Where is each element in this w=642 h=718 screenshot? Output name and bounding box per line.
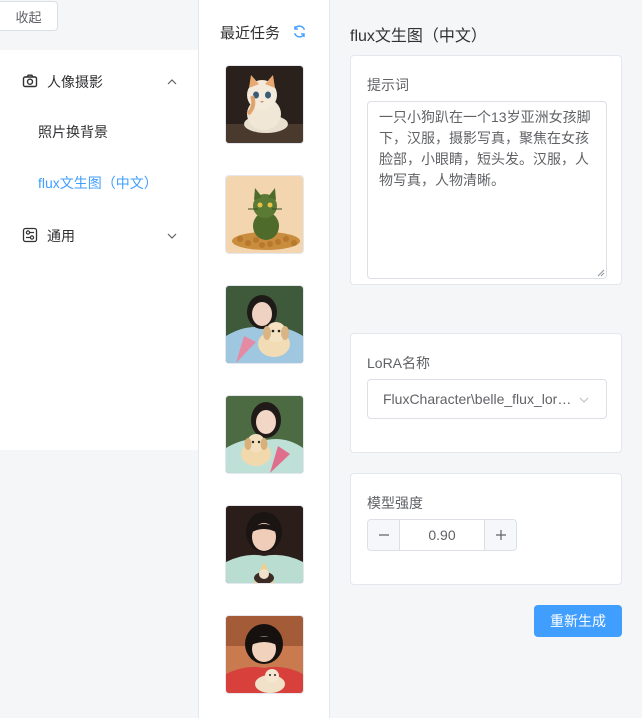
recent-tasks-panel: 最近任务 <box>198 0 330 718</box>
chevron-down-icon <box>579 397 589 403</box>
task-thumbnail[interactable] <box>225 395 304 474</box>
prompt-card: 提示词 一只小狗趴在一个13岁亚洲女孩脚下，汉服，摄影写真，聚焦在女孩脸部，小眼… <box>350 55 622 285</box>
chevron-up-icon <box>167 79 177 85</box>
girl-with-puppy-image <box>226 506 303 583</box>
lora-select-value: FluxCharacter\belle_flux_lora.safetensor… <box>383 391 573 407</box>
menu-item-label: flux文生图（中文） <box>38 175 158 191</box>
menu-item-label: 照片换背景 <box>38 124 108 140</box>
settings-sliders-icon <box>22 227 38 243</box>
chevron-down-icon <box>167 233 177 239</box>
lora-select[interactable]: FluxCharacter\belle_flux_lora.safetensor… <box>367 379 607 419</box>
menu-item-photo-background[interactable]: 照片换背景 <box>0 106 198 156</box>
menu-group-portrait[interactable]: 人像摄影 <box>0 53 198 109</box>
recent-tasks-title: 最近任务 <box>220 25 281 42</box>
plus-icon <box>495 530 506 540</box>
main-panel: flux文生图（中文） 提示词 一只小狗趴在一个13岁亚洲女孩脚下，汉服，摄影写… <box>330 0 642 718</box>
prompt-label: 提示词 <box>367 77 409 93</box>
prompt-textarea[interactable]: 一只小狗趴在一个13岁亚洲女孩脚下，汉服，摄影写真，聚焦在女孩脸部，小眼睛，短头… <box>367 101 607 279</box>
minus-icon <box>378 534 389 536</box>
regenerate-button[interactable]: 重新生成 <box>534 605 622 637</box>
girl-with-puppy-image <box>226 616 303 693</box>
cat-figurine-image <box>226 66 303 143</box>
strength-stepper: 0.90 <box>367 519 517 551</box>
menu-group-general[interactable]: 通用 <box>0 207 198 263</box>
menu-group-label: 通用 <box>47 228 75 244</box>
girl-with-puppy-image <box>226 396 303 473</box>
menu-group-label: 人像摄影 <box>47 74 103 90</box>
menu-item-flux-text2img[interactable]: flux文生图（中文） <box>0 157 198 207</box>
task-thumbnail[interactable] <box>225 285 304 364</box>
strength-input[interactable]: 0.90 <box>400 527 484 543</box>
increase-button[interactable] <box>484 520 516 550</box>
girl-with-puppy-image <box>226 286 303 363</box>
page-title: flux文生图（中文） <box>350 28 487 45</box>
task-thumbnail[interactable] <box>225 65 304 144</box>
lora-card: LoRA名称 FluxCharacter\belle_flux_lora.saf… <box>350 333 622 453</box>
refresh-icon[interactable] <box>292 24 307 39</box>
collapse-button[interactable]: 收起 <box>0 1 58 31</box>
strength-label: 模型强度 <box>367 495 423 511</box>
task-thumbnail[interactable] <box>225 175 304 254</box>
camera-icon <box>22 74 38 88</box>
task-thumbnail[interactable] <box>225 505 304 584</box>
decrease-button[interactable] <box>368 520 400 550</box>
sidebar: 收起 人像摄影 照片换背景 flux文生图（中文） 通用 <box>0 0 198 718</box>
green-cat-sculpture-image <box>226 176 303 253</box>
lora-label: LoRA名称 <box>367 355 431 371</box>
task-thumbnail[interactable] <box>225 615 304 694</box>
resize-handle-icon[interactable] <box>597 269 605 277</box>
sidebar-menu: 人像摄影 照片换背景 flux文生图（中文） 通用 <box>0 50 198 450</box>
strength-card: 模型强度 0.90 <box>350 473 622 585</box>
